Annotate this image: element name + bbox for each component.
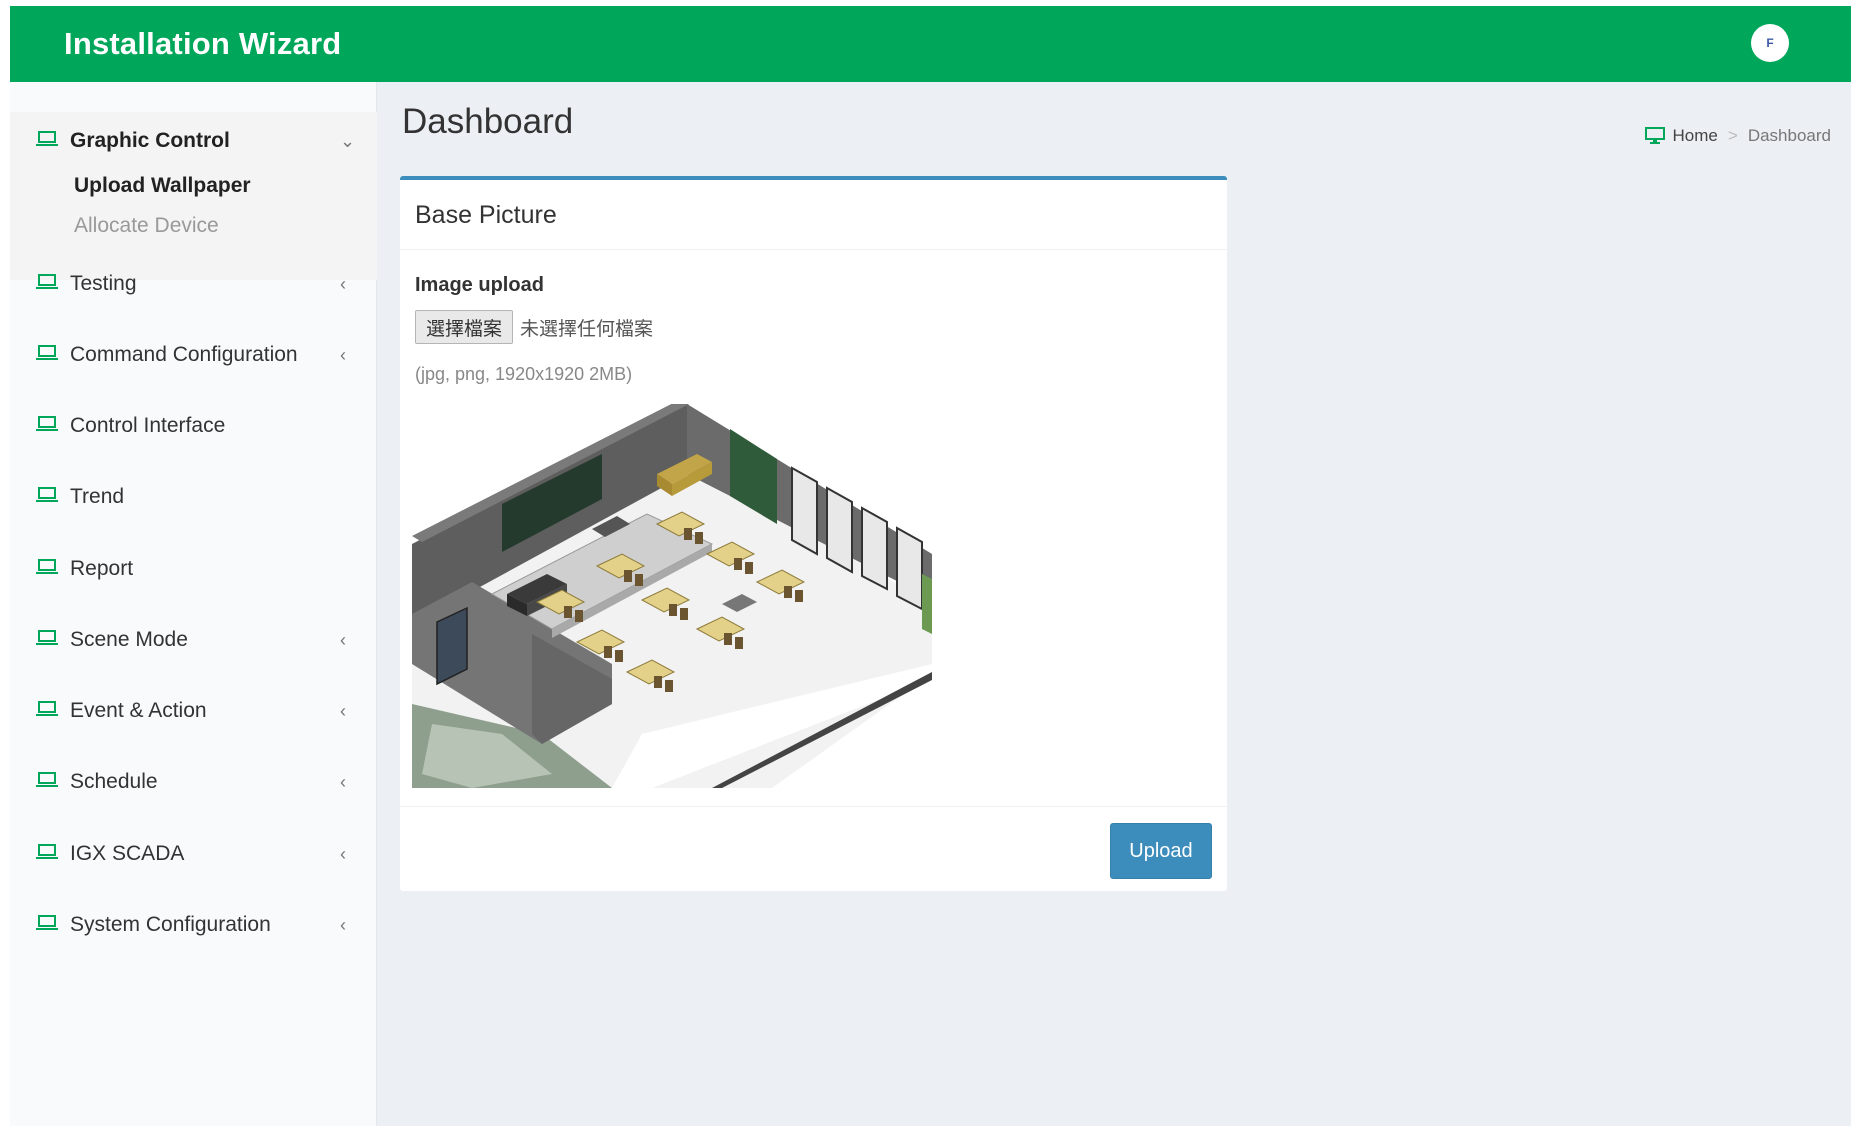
user-avatar[interactable]: F bbox=[1751, 24, 1789, 62]
breadcrumb-home-link[interactable]: Home bbox=[1673, 126, 1718, 146]
sidebar-subitem-upload-wallpaper[interactable]: Upload Wallpaper bbox=[74, 174, 251, 198]
sidebar-item-event-action[interactable]: Event & Action ‹ bbox=[10, 683, 377, 739]
laptop-icon bbox=[36, 131, 58, 146]
sidebar-item-label: System Configuration bbox=[70, 913, 271, 936]
upload-help-text: (jpg, png, 1920x1920 2MB) bbox=[415, 364, 633, 384]
sidebar-item-label: Trend bbox=[70, 485, 125, 508]
sidebar-item-label: Testing bbox=[70, 272, 137, 295]
file-status-text: 未選擇任何檔案 bbox=[520, 318, 654, 340]
box-footer: Upload bbox=[400, 806, 1227, 895]
sidebar-item-label: Scene Mode bbox=[70, 628, 188, 651]
base-picture-box: Base Picture Image upload 選擇檔案 未選擇任何檔案 (… bbox=[400, 176, 1227, 891]
sidebar-item-label: Command Configuration bbox=[70, 343, 298, 366]
box-header: Base Picture bbox=[400, 180, 1227, 250]
upload-button[interactable]: Upload bbox=[1110, 823, 1212, 879]
chevron-left-icon: ‹ bbox=[340, 914, 346, 935]
sidebar-item-label: Schedule bbox=[70, 770, 158, 793]
sidebar-item-graphic-control[interactable]: Graphic Control ⌄ bbox=[10, 113, 377, 169]
wallpaper-preview-image bbox=[412, 404, 932, 788]
sidebar-item-label: Report bbox=[70, 557, 134, 580]
image-upload-label: Image upload bbox=[415, 274, 544, 296]
top-header: Installation Wizard F bbox=[10, 6, 1851, 82]
file-input: 選擇檔案 未選擇任何檔案 bbox=[415, 310, 653, 344]
page-title: Dashboard bbox=[402, 102, 574, 141]
chevron-left-icon: ‹ bbox=[340, 629, 346, 650]
sidebar-subitem-allocate-device[interactable]: Allocate Device bbox=[74, 214, 219, 238]
sidebar-item-report[interactable]: Report bbox=[10, 541, 377, 597]
laptop-icon bbox=[36, 844, 58, 859]
avatar-glyph: F bbox=[1766, 36, 1774, 50]
choose-file-button[interactable]: 選擇檔案 bbox=[415, 310, 514, 344]
chevron-left-icon: ‹ bbox=[340, 273, 346, 294]
laptop-icon bbox=[36, 487, 58, 502]
sidebar-item-label: Graphic Control bbox=[70, 129, 230, 152]
laptop-icon bbox=[36, 345, 58, 360]
sidebar-item-system-configuration[interactable]: System Configuration ‹ bbox=[10, 897, 377, 953]
sidebar-item-label: IGX SCADA bbox=[70, 842, 185, 865]
laptop-icon bbox=[36, 416, 58, 431]
sidebar-item-trend[interactable]: Trend bbox=[10, 469, 377, 525]
app-root: Installation Wizard F Graphic Control ⌄ … bbox=[10, 6, 1851, 1126]
sidebar-item-label: Control Interface bbox=[70, 414, 226, 437]
app-title[interactable]: Installation Wizard bbox=[64, 26, 341, 62]
laptop-icon bbox=[36, 630, 58, 645]
sidebar-item-testing[interactable]: Testing ‹ bbox=[10, 256, 377, 312]
breadcrumb: Home > Dashboard bbox=[1644, 126, 1831, 146]
laptop-icon bbox=[36, 915, 58, 930]
breadcrumb-current: Dashboard bbox=[1747, 126, 1831, 145]
chevron-down-icon: ⌄ bbox=[340, 130, 356, 151]
sidebar: Graphic Control ⌄ Upload Wallpaper Alloc… bbox=[10, 82, 377, 1126]
chevron-left-icon: ‹ bbox=[340, 771, 346, 792]
sidebar-item-command-configuration[interactable]: Command Configuration ‹ bbox=[10, 327, 377, 383]
breadcrumb-separator: > bbox=[1727, 126, 1738, 145]
chevron-left-icon: ‹ bbox=[340, 843, 346, 864]
chevron-left-icon: ‹ bbox=[340, 700, 346, 721]
sidebar-item-label: Event & Action bbox=[70, 699, 207, 722]
sidebar-item-scene-mode[interactable]: Scene Mode ‹ bbox=[10, 612, 377, 668]
laptop-icon bbox=[36, 701, 58, 716]
laptop-icon bbox=[36, 559, 58, 574]
sidebar-item-schedule[interactable]: Schedule ‹ bbox=[10, 754, 377, 810]
box-title: Base Picture bbox=[415, 201, 557, 229]
chevron-left-icon: ‹ bbox=[340, 344, 346, 365]
monitor-icon bbox=[1644, 127, 1665, 144]
sidebar-item-igx-scada[interactable]: IGX SCADA ‹ bbox=[10, 826, 377, 882]
laptop-icon bbox=[36, 772, 58, 787]
laptop-icon bbox=[36, 274, 58, 289]
sidebar-item-control-interface[interactable]: Control Interface bbox=[10, 398, 377, 454]
